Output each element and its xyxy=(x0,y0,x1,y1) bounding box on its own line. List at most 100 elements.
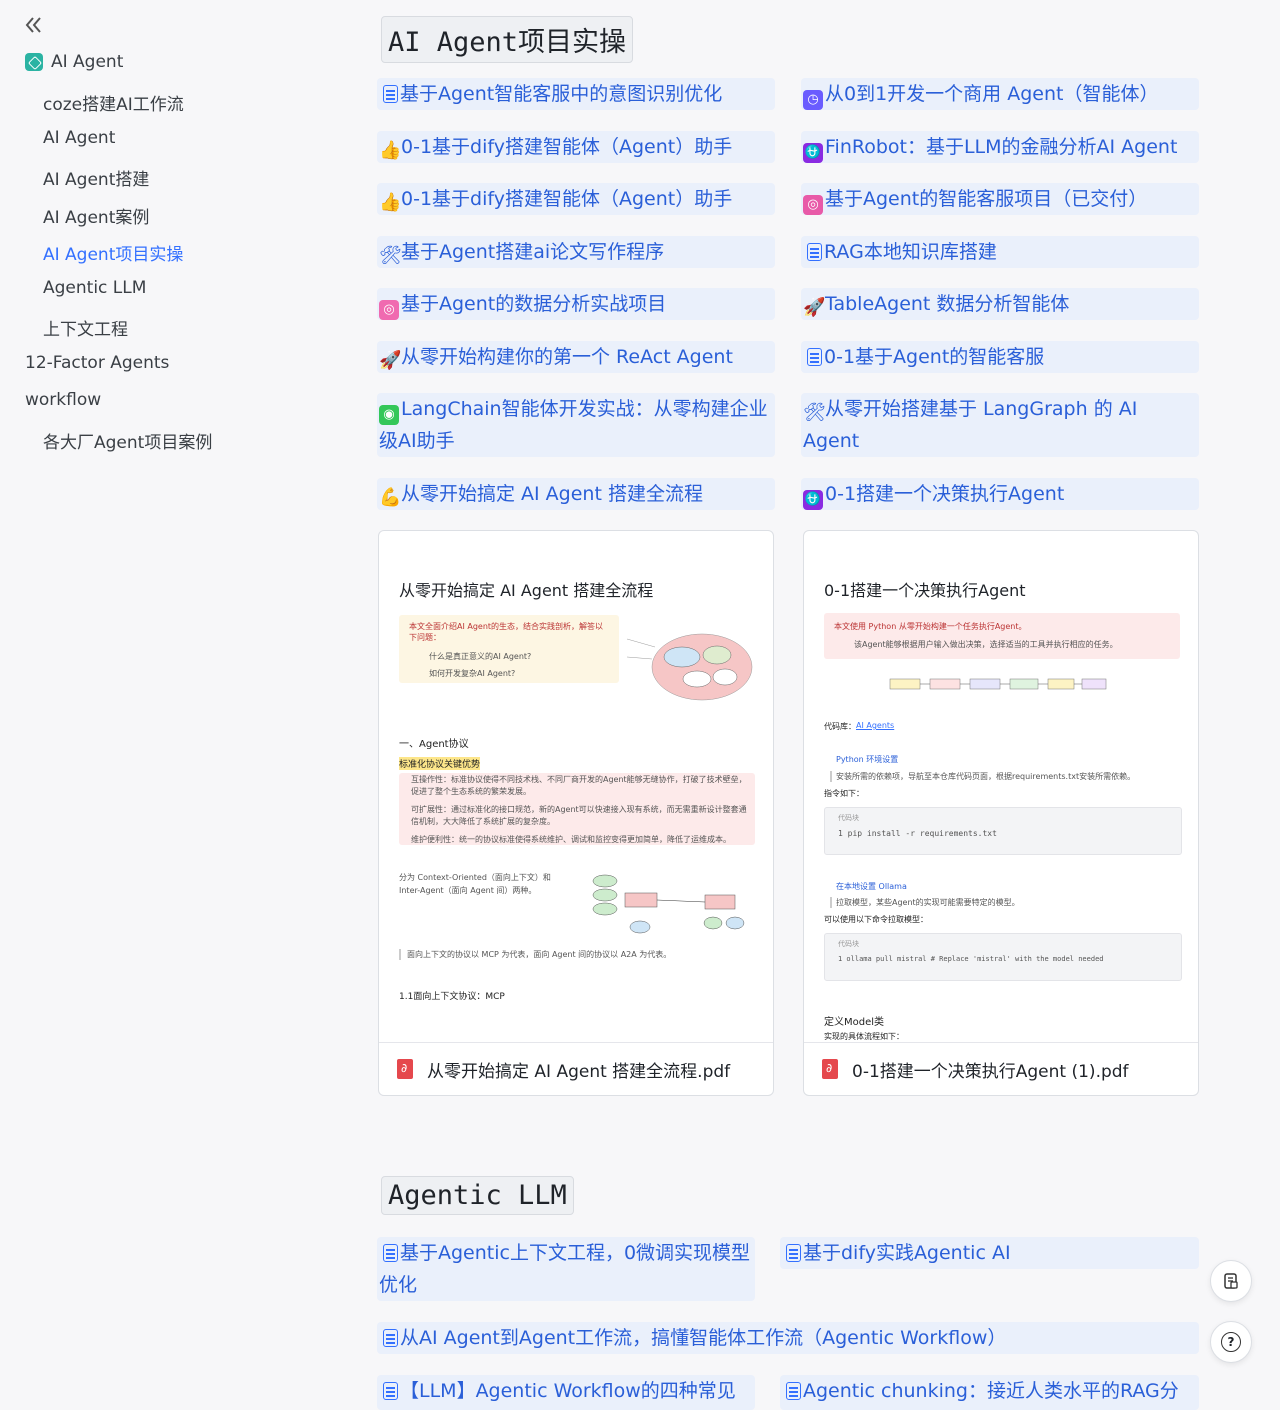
sidebar-item[interactable]: workflow xyxy=(25,390,101,410)
doc-link[interactable]: Agentic chunking：接近人类水平的RAG分 xyxy=(780,1375,1199,1410)
rocket-icon: 🚀 xyxy=(803,297,826,318)
link-text: 从零开始构建你的第一个 ReAct Agent xyxy=(401,346,733,368)
doc-link[interactable]: 0-1基于Agent的智能客服 xyxy=(801,341,1199,373)
link-text: FinRobot：基于LLM的金融分析AI Agent xyxy=(825,136,1178,158)
doc-icon xyxy=(807,348,822,366)
purple-emoji-icon: ⛎ xyxy=(803,490,823,510)
callout-box xyxy=(824,613,1180,659)
copy-doc-icon xyxy=(1224,1273,1238,1289)
doc-link[interactable]: ◎ 基于Agent的数据分析实战项目 xyxy=(377,288,775,320)
sidebar-item[interactable]: 上下文工程 xyxy=(43,315,128,340)
link-text: 基于Agent智能客服中的意图识别优化 xyxy=(400,83,723,105)
sidebar-item[interactable]: 12-Factor Agents xyxy=(25,353,169,373)
sidebar-item[interactable]: Agentic LLM xyxy=(43,278,146,298)
link-text: 从0到1开发一个商用 Agent（智能体） xyxy=(825,83,1159,105)
doc-link[interactable]: 🛠从零开始搭建基于 LangGraph 的 AI Agent xyxy=(801,393,1199,457)
preview-text: 指令如下： xyxy=(824,789,864,798)
doc-link[interactable]: ⛎ 0-1搭建一个决策执行Agent xyxy=(801,478,1199,510)
link-text: 从零开始搭建基于 LangGraph 的 AI Agent xyxy=(803,398,1138,452)
pdf-card[interactable]: 从零开始搞定 AI Agent 搭建全流程 本文全面介绍AI Agent的生态，… xyxy=(378,530,774,1096)
preview-text: 可以使用以下命令拉取模型： xyxy=(824,915,928,924)
tools-icon: 🛠 xyxy=(379,245,402,266)
link-text: 基于Agent搭建ai论文写作程序 xyxy=(401,241,665,263)
preview-text: 代码块 xyxy=(838,814,859,822)
preview-text: 安装所需的依赖项，导航至本仓库代码页面，根据requirements.txt安装… xyxy=(830,771,1135,782)
diagram-image xyxy=(889,678,1107,690)
doc-link[interactable]: ⛎ FinRobot：基于LLM的金融分析AI Agent xyxy=(801,131,1199,163)
doc-link[interactable]: 基于Agentic上下文工程，0微调实现模型优化 xyxy=(377,1237,755,1301)
help-icon: ? xyxy=(1221,1332,1241,1352)
doc-link[interactable]: 🚀TableAgent 数据分析智能体 xyxy=(801,288,1199,320)
diagram-image xyxy=(592,874,745,934)
doc-icon xyxy=(383,1382,398,1400)
thumbs-up-icon: 👍 xyxy=(379,192,402,213)
preview-text: 1 pip install -r requirements.txt xyxy=(838,829,997,838)
tag-icon xyxy=(25,53,43,71)
preview-text: 一、Agent协议 xyxy=(399,739,469,750)
chat-icon: ◉ xyxy=(379,405,399,425)
doc-link[interactable]: 基于dify实践Agentic AI xyxy=(780,1237,1199,1269)
diagram-image xyxy=(627,633,753,701)
collapse-sidebar-icon[interactable] xyxy=(22,14,44,36)
sidebar-item[interactable]: AI Agent搭建 xyxy=(43,165,149,190)
doc-link[interactable]: 👍0-1基于dify搭建智能体（Agent）助手 xyxy=(377,183,775,215)
pdf-filename: 0-1搭建一个决策执行Agent (1).pdf xyxy=(852,1061,1129,1082)
link-text: 基于dify实践Agentic AI xyxy=(803,1242,1011,1264)
sidebar-item[interactable]: coze搭建AI工作流 xyxy=(43,90,184,115)
preview-text: 在本地设置 Ollama xyxy=(836,882,907,891)
thumbs-up-icon: 👍 xyxy=(379,140,402,161)
tools-icon: 🛠 xyxy=(803,402,826,423)
preview-title: 从零开始搞定 AI Agent 搭建全流程 xyxy=(399,581,654,600)
sidebar-item[interactable]: AI Agent xyxy=(43,128,115,148)
doc-icon xyxy=(786,1244,801,1262)
doc-link[interactable]: 【LLM】Agentic Workflow的四种常见 xyxy=(377,1375,755,1410)
doc-link[interactable]: 👍0-1基于dify搭建智能体（Agent）助手 xyxy=(377,131,775,163)
preview-text: 该Agent能够根据用户输入做出决策，选择适当的工具并执行相应的任务。 xyxy=(854,640,1118,649)
doc-icon xyxy=(383,85,398,103)
pdf-file-footer[interactable]: 0-1搭建一个决策执行Agent (1).pdf xyxy=(804,1042,1198,1095)
link-text: 0-1基于Agent的智能客服 xyxy=(824,346,1045,368)
doc-link[interactable]: ◉ LangChain智能体开发实战：从零构建企业级AI助手 xyxy=(377,393,775,457)
preview-title: 0-1搭建一个决策执行Agent xyxy=(824,581,1026,600)
doc-link[interactable]: 🚀从零开始构建你的第一个 ReAct Agent xyxy=(377,341,775,373)
link-text: 基于Agentic上下文工程，0微调实现模型优化 xyxy=(379,1242,751,1296)
sidebar: AI Agent coze搭建AI工作流 AI Agent AI Agent搭建… xyxy=(0,0,300,1410)
preview-text: 维护便利性：统一的协议标准使得系统维护、调试和监控变得更加简单，降低了运维成本。 xyxy=(411,835,731,844)
rocket-icon: 🚀 xyxy=(379,350,402,371)
link-text: 从零开始搞定 AI Agent 搭建全流程 xyxy=(401,483,703,505)
doc-icon xyxy=(807,243,822,261)
preview-text: 代码块 xyxy=(838,940,859,948)
muscle-icon: 💪 xyxy=(379,487,402,508)
doc-link[interactable]: 💪从零开始搞定 AI Agent 搭建全流程 xyxy=(377,478,775,510)
copy-doc-button[interactable] xyxy=(1210,1260,1252,1302)
pdf-icon xyxy=(822,1059,838,1079)
doc-link[interactable]: RAG本地知识库搭建 xyxy=(801,236,1199,268)
pdf-icon xyxy=(397,1059,413,1079)
sidebar-item-active[interactable]: AI Agent项目实操 xyxy=(43,240,183,265)
pdf-file-footer[interactable]: 从零开始搞定 AI Agent 搭建全流程.pdf xyxy=(379,1042,773,1095)
preview-text: 可扩展性：通过标准化的接口规范，新的Agent可以快速接入现有系统，而无需重新设… xyxy=(411,805,747,826)
link-text: LangChain智能体开发实战：从零构建企业级AI助手 xyxy=(379,398,768,452)
doc-link[interactable]: 从AI Agent到Agent工作流，搞懂智能体工作流（Agentic Work… xyxy=(377,1322,1199,1354)
help-button[interactable]: ? xyxy=(1210,1321,1252,1363)
doc-icon xyxy=(383,1244,398,1262)
doc-icon xyxy=(383,1329,398,1347)
link-text: 0-1基于dify搭建智能体（Agent）助手 xyxy=(401,136,733,158)
doc-link[interactable]: ◎ 基于Agent的智能客服项目（已交付） xyxy=(801,183,1199,215)
sidebar-item[interactable]: AI Agent案例 xyxy=(43,203,149,228)
sidebar-item[interactable]: 各大厂Agent项目案例 xyxy=(43,428,212,453)
sidebar-root-ai-agent[interactable]: AI Agent xyxy=(25,52,123,72)
link-text: 0-1基于dify搭建智能体（Agent）助手 xyxy=(401,188,733,210)
link-text: Agentic chunking：接近人类水平的RAG分 xyxy=(803,1380,1179,1402)
repo-link[interactable]: AI Agents xyxy=(856,721,894,730)
preview-text: 面向上下文的协议以 MCP 为代表，面向 Agent 间的协议以 A2A 为代表… xyxy=(399,949,671,960)
pdf-card[interactable]: 0-1搭建一个决策执行Agent 本文使用 Python 从零开始构建一个任务执… xyxy=(803,530,1199,1096)
pdf-filename: 从零开始搞定 AI Agent 搭建全流程.pdf xyxy=(427,1061,731,1082)
doc-link[interactable]: ◷ 从0到1开发一个商用 Agent（智能体） xyxy=(801,78,1199,110)
pdf-preview: 0-1搭建一个决策执行Agent 本文使用 Python 从零开始构建一个任务执… xyxy=(804,531,1198,1043)
preview-text: 代码库： xyxy=(824,722,856,731)
doc-link[interactable]: 基于Agent智能客服中的意图识别优化 xyxy=(377,78,775,110)
preview-text: 本文全面介绍AI Agent的生态，结合实践剖析，解答以下问题： xyxy=(409,622,604,642)
preview-text: 标准化协议关键优势 xyxy=(399,757,481,770)
doc-link[interactable]: 🛠基于Agent搭建ai论文写作程序 xyxy=(377,236,775,268)
